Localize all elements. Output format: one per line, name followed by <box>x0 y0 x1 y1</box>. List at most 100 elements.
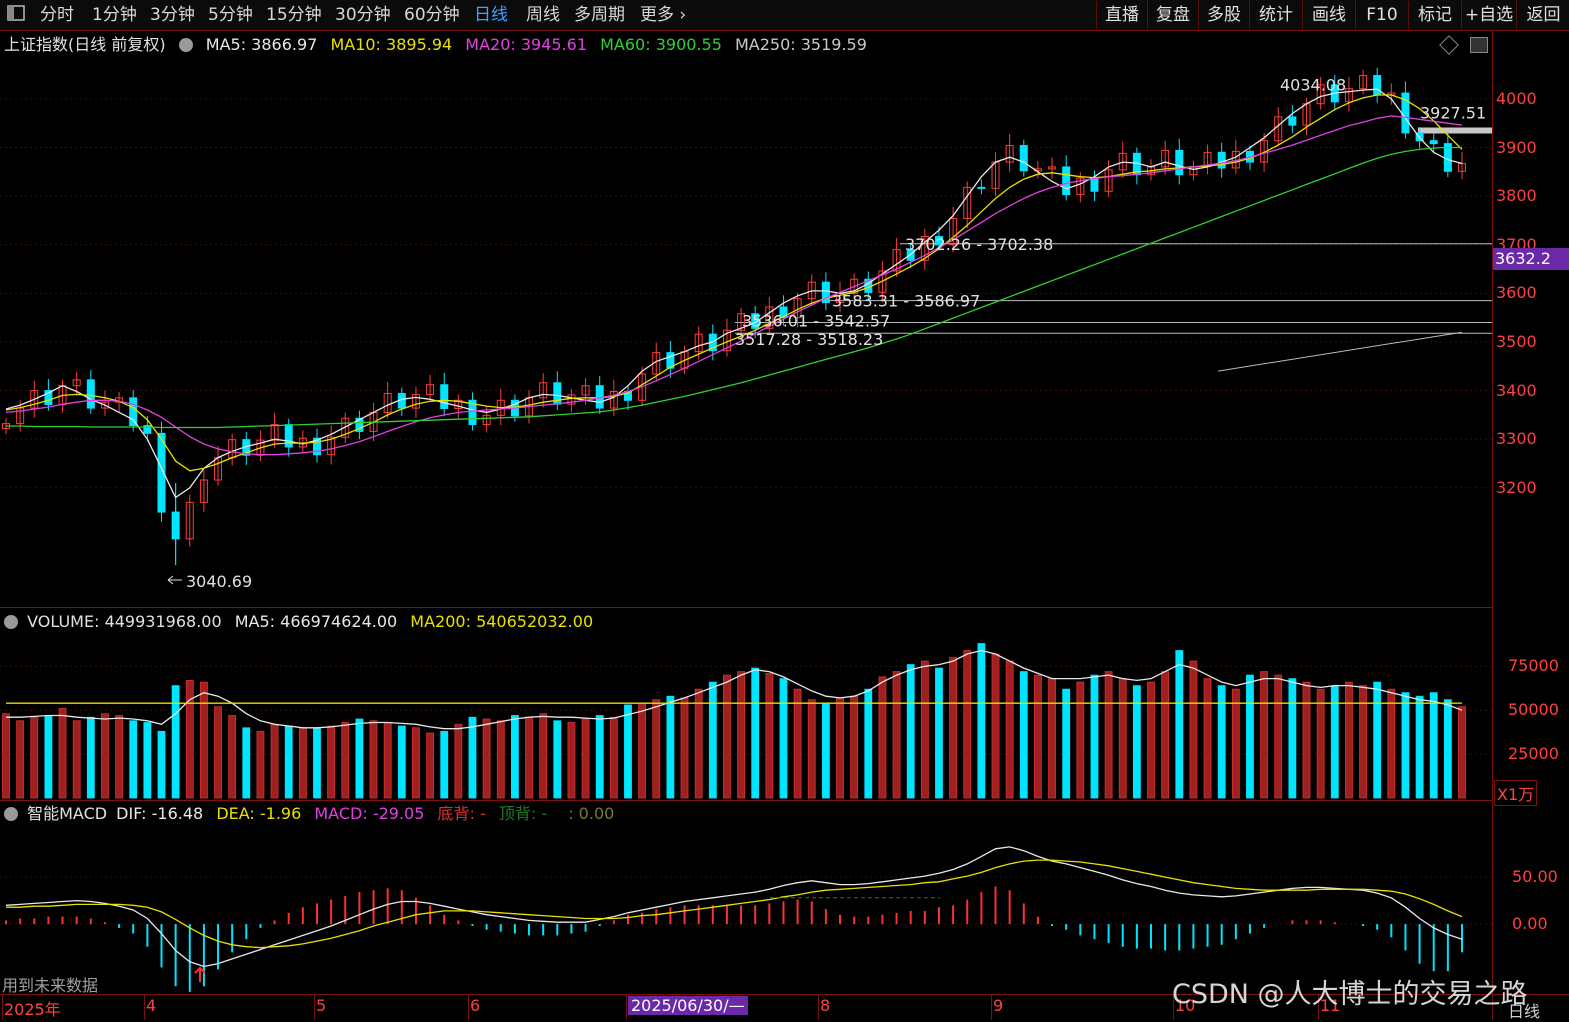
volume-bar <box>101 714 108 798</box>
volume-bar <box>667 696 674 798</box>
date-tick-mark <box>2 994 3 1020</box>
volume-bar <box>427 733 434 798</box>
volume-bar <box>299 728 306 798</box>
candle-body <box>978 187 985 188</box>
price-tick-label: 4000 <box>1496 89 1566 108</box>
volume-bar <box>596 715 603 798</box>
volume-bar <box>73 721 80 798</box>
volume-bar <box>1360 686 1367 798</box>
volume-bar <box>681 698 688 798</box>
right-price-label: 3927.51 <box>1420 103 1486 122</box>
volume-bar <box>1063 689 1070 798</box>
date-tick-mark <box>626 994 627 1020</box>
zone-label-4: 3517.28 - 3518.23 <box>735 330 883 349</box>
high-price-label: 4034.08 <box>1280 75 1346 94</box>
volume-bar <box>837 698 844 798</box>
date-tick-mark <box>144 994 145 1020</box>
date-tick-mark <box>468 994 469 1020</box>
low-arrow <box>168 576 182 584</box>
volume-bar <box>313 728 320 798</box>
volume-bar <box>45 715 52 798</box>
volume-bar <box>964 651 971 798</box>
volume-bar <box>87 717 94 798</box>
volume-bar <box>1190 661 1197 798</box>
volume-bar <box>1444 700 1451 798</box>
volume-bar <box>342 723 349 798</box>
volume-bar <box>200 682 207 798</box>
volume-bar <box>978 644 985 798</box>
volume-bar <box>822 703 829 798</box>
volume-bar <box>794 689 801 798</box>
volume-bar <box>950 658 957 798</box>
volume-bar <box>441 731 448 798</box>
volume-tick-label: 75000 <box>1508 656 1569 675</box>
volume-bar <box>1317 689 1324 798</box>
volume-bar <box>1331 686 1338 798</box>
volume-tick-label: 25000 <box>1508 744 1569 763</box>
volume-bar <box>158 731 165 798</box>
volume-bar <box>1402 693 1409 798</box>
ma-line-ma20 <box>6 116 1462 455</box>
volume-bar <box>851 696 858 798</box>
volume-bar <box>752 668 759 798</box>
price-tick-label: 3800 <box>1496 186 1566 205</box>
volume-bar <box>1049 679 1056 798</box>
candle-body <box>130 398 137 426</box>
volume-bar <box>285 726 292 798</box>
volume-bar <box>1133 686 1140 798</box>
volume-bar <box>610 717 617 798</box>
volume-bar <box>992 654 999 798</box>
volume-bar <box>624 705 631 798</box>
date-tick-mark <box>314 994 315 1020</box>
volume-bar <box>1006 661 1013 798</box>
volume-bar <box>1430 693 1437 798</box>
volume-bar <box>1416 696 1423 798</box>
volume-bar <box>1034 675 1041 798</box>
candle-body <box>441 385 448 409</box>
candle-body <box>1063 167 1070 195</box>
volume-bar <box>865 689 872 798</box>
candle-body <box>1289 117 1296 125</box>
volume-bar <box>370 721 377 798</box>
volume-bar <box>469 717 476 798</box>
back-button[interactable]: 返回 <box>1516 1 1569 29</box>
volume-bar <box>1289 679 1296 798</box>
volume-bar <box>582 719 589 798</box>
volume-bar <box>1374 682 1381 798</box>
price-tick-label: 3200 <box>1496 478 1566 497</box>
volume-bar <box>356 719 363 798</box>
date-tick-mark <box>991 994 992 1020</box>
volume-unit: X1万 <box>1494 780 1537 806</box>
volume-bar <box>709 682 716 798</box>
zone-label-2: 3583.31 - 3586.97 <box>832 292 980 311</box>
volume-bar <box>31 717 38 798</box>
volume-bar <box>540 714 547 798</box>
volume-bar <box>1162 672 1169 798</box>
price-tick-label: 3300 <box>1496 429 1566 448</box>
volume-bar <box>1345 682 1352 798</box>
divider-axis <box>1492 30 1493 1020</box>
volume-bar <box>257 731 264 798</box>
volume-bar <box>1388 689 1395 798</box>
watermark: CSDN @人大博士的交易之路 <box>1172 972 1528 1011</box>
candle-body <box>1218 152 1225 168</box>
kline-chart: 4034.083040.693927.513702.26 - 3702.3835… <box>0 0 1492 1020</box>
volume-bar <box>271 724 278 798</box>
price-tick-label: 3500 <box>1496 332 1566 351</box>
volume-bar <box>554 721 561 798</box>
candle-body <box>1176 150 1183 174</box>
volume-bar <box>1176 651 1183 798</box>
volume-tick-label: 50000 <box>1508 700 1569 719</box>
volume-bar <box>1204 679 1211 798</box>
low-price-label: 3040.69 <box>186 572 252 591</box>
candle-body <box>1430 141 1437 144</box>
volume-bar <box>921 661 928 798</box>
ma-line-ma5 <box>6 89 1462 497</box>
volume-bar <box>879 677 886 798</box>
volume-bar <box>398 726 405 798</box>
volume-bar <box>695 689 702 798</box>
date-tick-label: 5 <box>316 996 326 1015</box>
volume-bar <box>144 723 151 798</box>
candle-body <box>1091 178 1098 191</box>
macd-tick-label: 50.00 <box>1512 867 1569 886</box>
